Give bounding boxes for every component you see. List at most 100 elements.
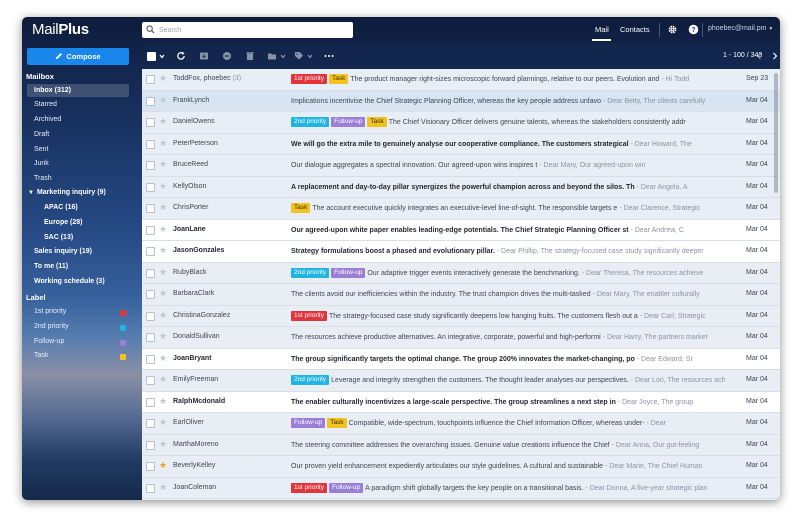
star-icon[interactable]: ★ [159,482,167,493]
email-row-checkbox[interactable] [146,483,155,493]
email-row-checkbox[interactable] [146,290,155,299]
sidebar-item-europe[interactable]: Europe (28) [44,219,83,226]
block-icon[interactable] [222,51,232,61]
next-page-icon[interactable] [770,51,780,61]
sidebar-label-1st-priority[interactable]: 1st priority [34,308,66,315]
tag-icon[interactable] [294,51,304,61]
prev-page-icon[interactable] [754,51,764,61]
email-row-checkbox[interactable] [146,247,155,256]
app-logo[interactable]: MailPlus [32,21,89,38]
star-icon[interactable]: ★ [159,288,167,299]
sidebar-label-2nd-priority[interactable]: 2nd priority [34,323,69,330]
email-row[interactable]: ★ JoanBryant The group significantly targe… [142,348,780,370]
email-row[interactable]: ★ PeterPeterson We will go the extra mile … [142,133,780,155]
email-row-checkbox[interactable] [146,397,155,407]
email-row-checkbox[interactable] [146,376,155,385]
email-row[interactable]: ★ DonaldSullivan The resources achieve pro… [142,327,780,349]
email-row[interactable]: ★ BarbaraClark The clients avoid our ineff… [142,284,780,306]
caret-down-icon[interactable]: ▼ [28,190,34,196]
sidebar-label-task[interactable]: Task [34,352,48,359]
email-row-checkbox[interactable] [146,311,155,321]
sidebar-item-archived[interactable]: Archived [34,116,61,123]
chevron-down-icon[interactable] [305,51,315,61]
folder-icon[interactable] [267,51,277,61]
email-row[interactable]: ★ BruceReed Our dialogue aggregates a spec… [142,155,780,177]
email-row[interactable]: ★ ChristinaGonzalez 1st priority The strate… [142,305,780,327]
sidebar-item-draft[interactable]: Draft [34,131,49,138]
email-row[interactable]: ★ JasonGonzales Strategy formulations boos… [142,241,780,263]
star-icon[interactable]: ★ [159,417,167,428]
email-row-checkbox[interactable] [146,204,155,213]
search-box[interactable] [142,22,353,38]
account-menu[interactable]: phoebec@mail.pm ▼ [708,25,773,32]
email-row[interactable]: ★ MarthaMoreno The steering committee addr… [142,434,780,456]
sidebar-item-marketing[interactable]: ▼ Marketing inquiry (9) [28,189,106,196]
select-all-checkbox[interactable] [147,52,156,61]
star-icon[interactable]: ★ [159,267,167,278]
star-icon[interactable]: ★ [159,331,167,342]
email-row[interactable]: ★ EarlOliver Follow-up Task Compatible, wide… [142,413,780,435]
email-row[interactable]: ★ JoanLane Our agreed-upon white paper ena… [142,219,780,241]
email-row-checkbox[interactable] [146,161,155,170]
sidebar-item-sales[interactable]: Sales inquiry (19) [34,248,92,255]
archive-icon[interactable] [199,51,209,61]
email-row[interactable]: ★ DanielOwens 2nd priority Follow-up Task The… [142,112,780,134]
email-row-checkbox[interactable] [146,96,155,106]
sidebar-item-trash[interactable]: Trash [34,175,52,182]
email-row-checkbox[interactable] [146,268,155,278]
sidebar-item-sent[interactable]: Sent [34,146,48,153]
email-row[interactable]: ★ JoanColeman 1st priority Follow-up A parad… [142,477,780,499]
search-input[interactable] [159,23,349,37]
star-icon[interactable]: ★ [159,116,167,127]
sidebar-item-inbox[interactable]: Inbox (312) [27,84,129,97]
sidebar-item-starred[interactable]: Starred [34,101,57,108]
sidebar-label-follow-up[interactable]: Follow-up [34,338,64,345]
more-icon[interactable] [324,51,334,61]
gear-icon[interactable] [667,24,678,35]
email-row-checkbox[interactable] [146,354,155,364]
sidebar-item-junk[interactable]: Junk [34,160,49,167]
star-icon[interactable]: ★ [159,95,167,106]
email-row-checkbox[interactable] [146,440,155,450]
email-row-checkbox[interactable] [146,462,155,471]
scrollbar[interactable] [774,73,778,193]
sidebar-item-working[interactable]: Working schedule (3) [34,278,105,285]
star-icon[interactable]: ★ [159,181,167,192]
sidebar-item-apac[interactable]: APAC (16) [44,204,78,211]
star-icon[interactable]: ★ [159,396,167,407]
email-row[interactable]: ★ RalphMcdonald The enabler culturally inc… [142,391,780,413]
star-icon[interactable]: ★ [159,73,167,84]
help-icon[interactable]: ? [688,24,699,35]
email-row-checkbox[interactable] [146,333,155,342]
email-row[interactable]: ★ FrankLynch Implications incentivise the … [142,90,780,112]
star-icon[interactable]: ★ [159,460,167,471]
email-row[interactable]: ★ EmilyFreeman 2nd priority Leverage and in… [142,370,780,392]
refresh-icon[interactable] [176,51,186,61]
chevron-down-icon[interactable] [278,51,288,61]
email-row-checkbox[interactable] [146,75,155,84]
star-icon[interactable]: ★ [159,245,167,256]
compose-button[interactable]: Compose [27,48,129,65]
email-row[interactable]: ★ KellyOlson A replacement and day-to-day … [142,176,780,198]
chevron-down-icon[interactable] [157,51,167,61]
email-row[interactable]: ★ ChrisPorter Task The account executive qu… [142,198,780,220]
email-row[interactable]: ★ RubyBlack 2nd priority Follow-up Our adapt… [142,262,780,284]
email-row-checkbox[interactable] [146,118,155,127]
sidebar-item-tome[interactable]: To me (11) [34,263,68,270]
star-icon[interactable]: ★ [159,224,167,235]
email-row-checkbox[interactable] [146,419,155,428]
tab-contacts[interactable]: Contacts [620,25,650,34]
email-row[interactable]: ★ BeverlyKelley Our proven yield enhanceme… [142,456,780,478]
tab-mail[interactable]: Mail [595,25,609,34]
email-row-checkbox[interactable] [146,182,155,192]
email-row[interactable]: ★ ToddFox, phoebec (3) 1st priority Task The… [142,69,780,91]
star-icon[interactable]: ★ [159,374,167,385]
trash-icon[interactable] [245,51,255,61]
star-icon[interactable]: ★ [159,138,167,149]
star-icon[interactable]: ★ [159,439,167,450]
star-icon[interactable]: ★ [159,353,167,364]
sidebar-item-sac[interactable]: SAC (13) [44,234,73,241]
star-icon[interactable]: ★ [159,310,167,321]
star-icon[interactable]: ★ [159,202,167,213]
email-row-checkbox[interactable] [146,225,155,235]
